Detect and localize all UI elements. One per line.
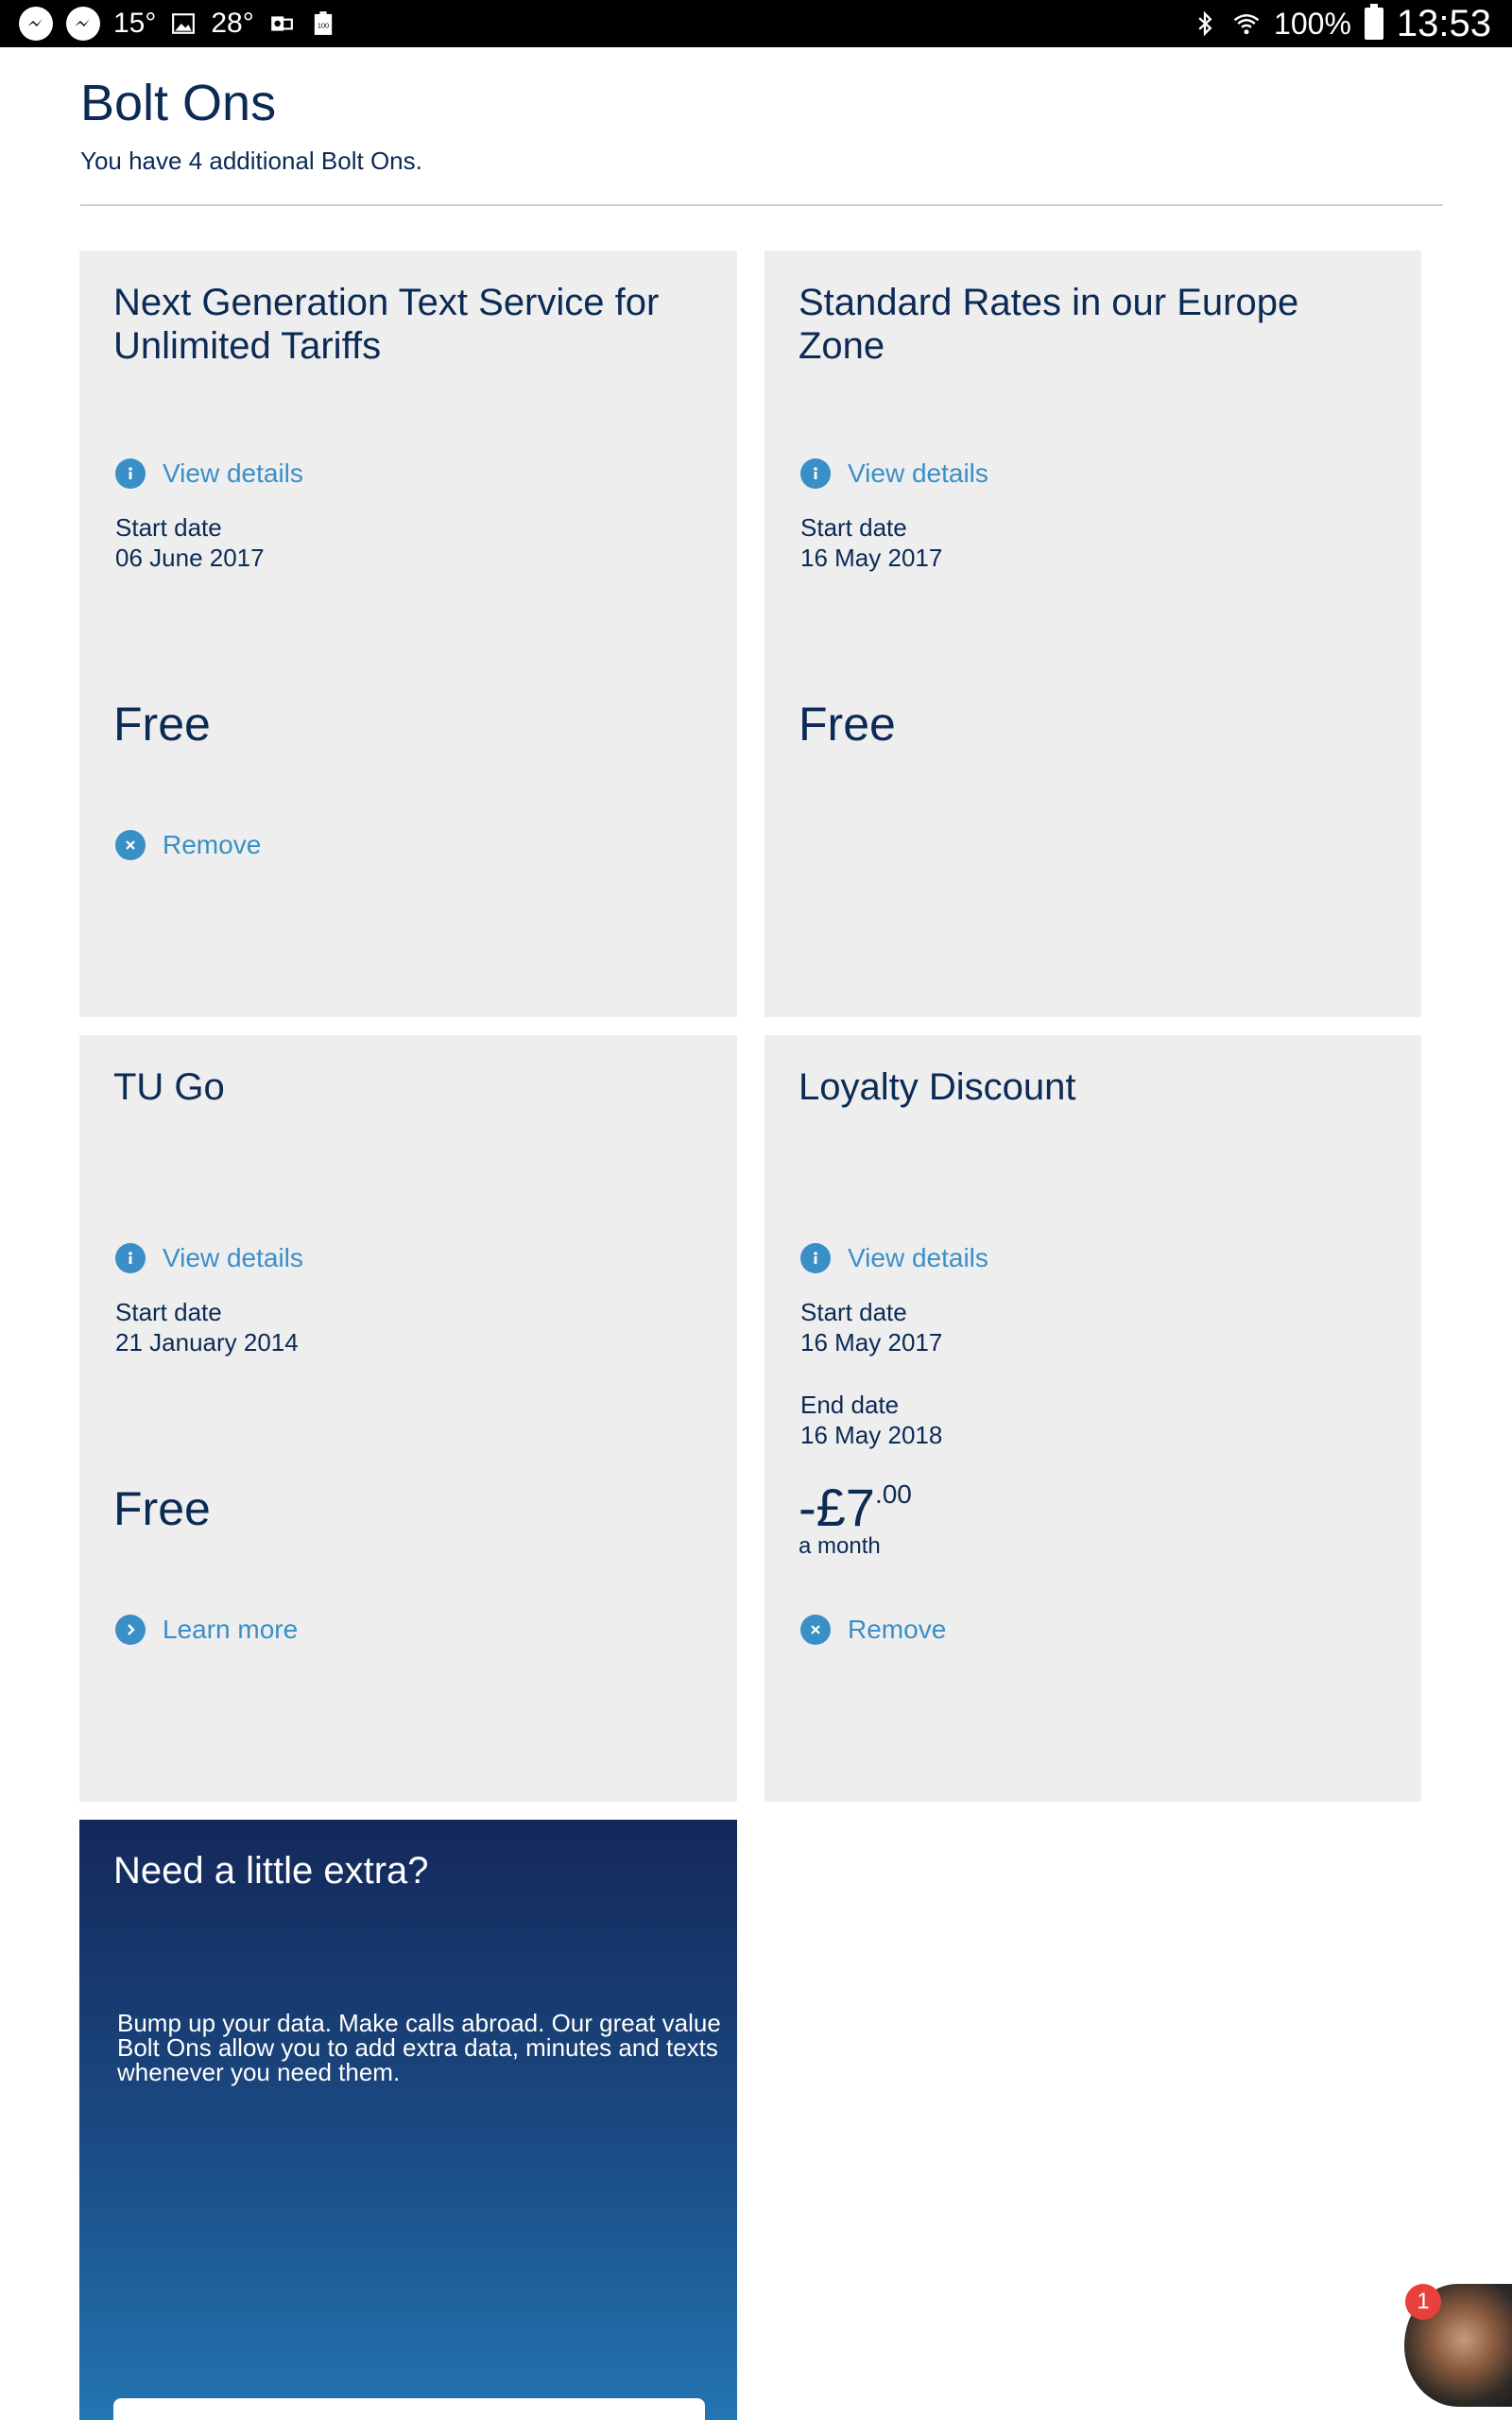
start-date: Start date 16 May 2017 bbox=[800, 512, 942, 573]
remove-label: Remove bbox=[848, 1615, 947, 1644]
info-icon bbox=[115, 1243, 146, 1273]
start-date-value: 16 May 2017 bbox=[800, 1328, 943, 1357]
end-date: End date 16 May 2018 bbox=[800, 1390, 942, 1450]
promo-card: Need a little extra? Bump up your data. … bbox=[79, 1820, 737, 2420]
bolt-on-title: Standard Rates in our Europe Zone bbox=[799, 282, 1299, 367]
weather-temperature: 15° bbox=[113, 8, 157, 39]
start-date-label: Start date bbox=[115, 1298, 222, 1326]
info-icon bbox=[800, 458, 831, 489]
promo-button[interactable] bbox=[113, 2398, 705, 2420]
bolt-on-title: Next Generation Text Service for Unlimit… bbox=[113, 282, 660, 367]
status-bar: 15° 28° 100 100% 13:53 bbox=[0, 0, 1512, 47]
remove-label: Remove bbox=[163, 830, 262, 859]
notification-badge: 1 bbox=[1405, 2284, 1441, 2320]
start-date-label: Start date bbox=[800, 513, 907, 542]
view-details-label: View details bbox=[848, 458, 988, 488]
view-details-link[interactable]: View details bbox=[800, 458, 988, 489]
end-date-value: 16 May 2018 bbox=[800, 1421, 943, 1449]
page-title: Bolt Ons bbox=[80, 75, 277, 131]
price-period: a month bbox=[799, 1533, 881, 1559]
bolt-on-card: Loyalty Discount View details Start date… bbox=[765, 1035, 1421, 1802]
chevron-right-icon bbox=[115, 1615, 146, 1645]
status-bar-left: 15° 28° 100 bbox=[0, 7, 337, 41]
start-date-label: Start date bbox=[800, 1298, 907, 1326]
view-details-link[interactable]: View details bbox=[115, 1243, 303, 1273]
promo-text: Bump up your data. Make calls abroad. Ou… bbox=[117, 2009, 721, 2086]
price: Free bbox=[113, 1482, 211, 1535]
start-date-value: 21 January 2014 bbox=[115, 1328, 299, 1357]
bluetooth-icon bbox=[1191, 9, 1219, 38]
outlook-icon bbox=[267, 9, 296, 38]
divider bbox=[80, 204, 1443, 206]
price: -£7.00 a month bbox=[799, 1478, 912, 1559]
view-details-label: View details bbox=[163, 458, 303, 488]
bolt-on-card: Standard Rates in our Europe Zone View d… bbox=[765, 251, 1421, 1017]
view-details-label: View details bbox=[163, 1243, 303, 1272]
start-date: Start date 06 June 2017 bbox=[115, 512, 265, 573]
clock: 13:53 bbox=[1396, 2, 1491, 44]
info-icon bbox=[115, 458, 146, 489]
bolt-on-card: Next Generation Text Service for Unlimit… bbox=[79, 251, 737, 1017]
close-icon bbox=[115, 830, 146, 860]
battery-level-icon: 100 bbox=[309, 9, 337, 38]
weather-temperature: 28° bbox=[211, 8, 254, 39]
remove-button[interactable]: Remove bbox=[800, 1615, 946, 1645]
close-icon bbox=[800, 1615, 831, 1645]
start-date: Start date 21 January 2014 bbox=[115, 1297, 299, 1357]
learn-more-link[interactable]: Learn more bbox=[115, 1615, 298, 1645]
start-date-value: 16 May 2017 bbox=[800, 544, 943, 572]
price-pence: .00 bbox=[874, 1479, 912, 1509]
svg-text:100: 100 bbox=[318, 22, 329, 30]
start-date: Start date 16 May 2017 bbox=[800, 1297, 942, 1357]
bolt-on-title: TU Go bbox=[113, 1066, 225, 1108]
messenger-icon bbox=[66, 7, 100, 41]
start-date-value: 06 June 2017 bbox=[115, 544, 265, 572]
wifi-icon bbox=[1232, 9, 1261, 38]
price: Free bbox=[113, 698, 211, 751]
price: Free bbox=[799, 698, 896, 751]
bolt-ons-count-text: You have 4 additional Bolt Ons. bbox=[80, 147, 422, 175]
learn-more-label: Learn more bbox=[163, 1615, 299, 1644]
gallery-icon bbox=[169, 9, 198, 38]
battery-percent: 100% bbox=[1274, 6, 1351, 41]
view-details-link[interactable]: View details bbox=[800, 1243, 988, 1273]
end-date-label: End date bbox=[800, 1391, 900, 1419]
price-amount: -£7 bbox=[799, 1478, 875, 1537]
info-icon bbox=[800, 1243, 831, 1273]
view-details-link[interactable]: View details bbox=[115, 458, 303, 489]
remove-button[interactable]: Remove bbox=[115, 830, 261, 860]
start-date-label: Start date bbox=[115, 513, 222, 542]
battery-icon bbox=[1364, 4, 1383, 40]
bolt-on-card: TU Go View details Start date 21 January… bbox=[79, 1035, 737, 1802]
status-bar-right: 100% 13:53 bbox=[1191, 0, 1491, 47]
view-details-label: View details bbox=[848, 1243, 988, 1272]
messenger-icon bbox=[19, 7, 53, 41]
bolt-on-title: Loyalty Discount bbox=[799, 1066, 1076, 1108]
promo-title: Need a little extra? bbox=[113, 1850, 429, 1892]
